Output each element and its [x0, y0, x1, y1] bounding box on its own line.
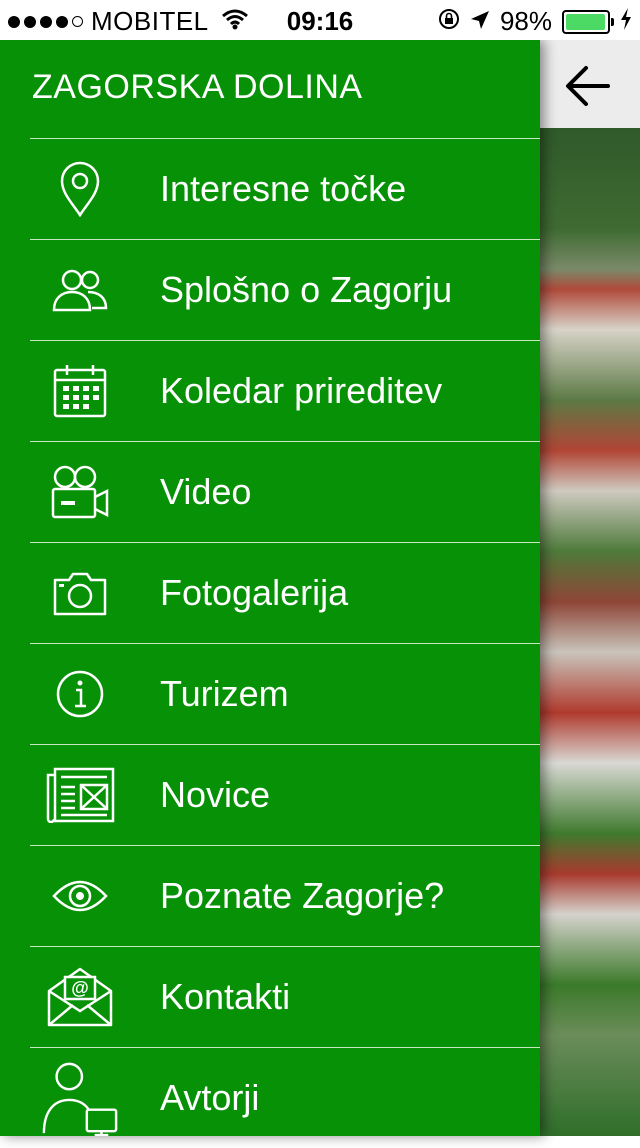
back-button[interactable]	[564, 62, 612, 110]
svg-text:@: @	[71, 978, 89, 998]
newspaper-icon	[40, 765, 120, 825]
menu-item-poznate-zagorje[interactable]: Poznate Zagorje?	[30, 845, 540, 946]
menu-item-label: Fotogalerija	[160, 572, 349, 613]
drawer-menu: Interesne točke Splošno o Zagorju Koleda…	[0, 138, 540, 1148]
status-right: 98%	[438, 6, 632, 37]
arrow-left-icon	[566, 66, 610, 106]
video-camera-icon	[40, 462, 120, 522]
people-icon	[40, 260, 120, 320]
menu-item-turizem[interactable]: Turizem	[30, 643, 540, 744]
user-computer-icon	[40, 1062, 120, 1136]
envelope-icon: @	[40, 967, 120, 1027]
menu-item-video[interactable]: Video	[30, 441, 540, 542]
menu-item-splosno-o-zagorju[interactable]: Splošno o Zagorju	[30, 239, 540, 340]
drawer-title: ZAGORSKA DOLINA	[32, 68, 363, 106]
menu-item-label: Kontakti	[160, 976, 291, 1017]
battery-percent: 98%	[499, 6, 552, 36]
location-arrow-icon	[470, 6, 490, 37]
orientation-lock-icon	[438, 6, 460, 37]
menu-item-interesne-tocke[interactable]: Interesne točke	[30, 138, 540, 239]
navigation-drawer: ZAGORSKA DOLINA Interesne točke Splošno …	[0, 40, 540, 1136]
menu-item-label: Turizem	[160, 673, 289, 714]
camera-icon	[40, 563, 120, 623]
map-pin-icon	[40, 159, 120, 219]
menu-item-label: Koledar prireditev	[160, 370, 443, 411]
eye-icon	[40, 866, 120, 926]
menu-item-label: Poznate Zagorje?	[160, 875, 445, 916]
calendar-icon	[40, 361, 120, 421]
menu-item-avtorji[interactable]: Avtorji	[30, 1047, 540, 1148]
main-header	[540, 40, 640, 128]
menu-item-fotogalerija[interactable]: Fotogalerija	[30, 542, 540, 643]
menu-item-label: Avtorji	[160, 1077, 260, 1118]
menu-item-kontakti[interactable]: @ Kontakti	[30, 946, 540, 1047]
town-photo	[540, 128, 640, 1136]
info-icon	[40, 664, 120, 724]
menu-item-label: Novice	[160, 774, 271, 815]
menu-item-label: Splošno o Zagorju	[160, 269, 453, 310]
menu-item-label: Video	[160, 471, 252, 512]
menu-item-novice[interactable]: Novice	[30, 744, 540, 845]
charging-bolt-icon	[620, 6, 632, 37]
battery-icon	[562, 9, 614, 34]
menu-item-koledar-prireditev[interactable]: Koledar prireditev	[30, 340, 540, 441]
menu-item-label: Interesne točke	[160, 168, 407, 209]
status-bar: MOBITEL 09:16 98%	[0, 0, 640, 40]
